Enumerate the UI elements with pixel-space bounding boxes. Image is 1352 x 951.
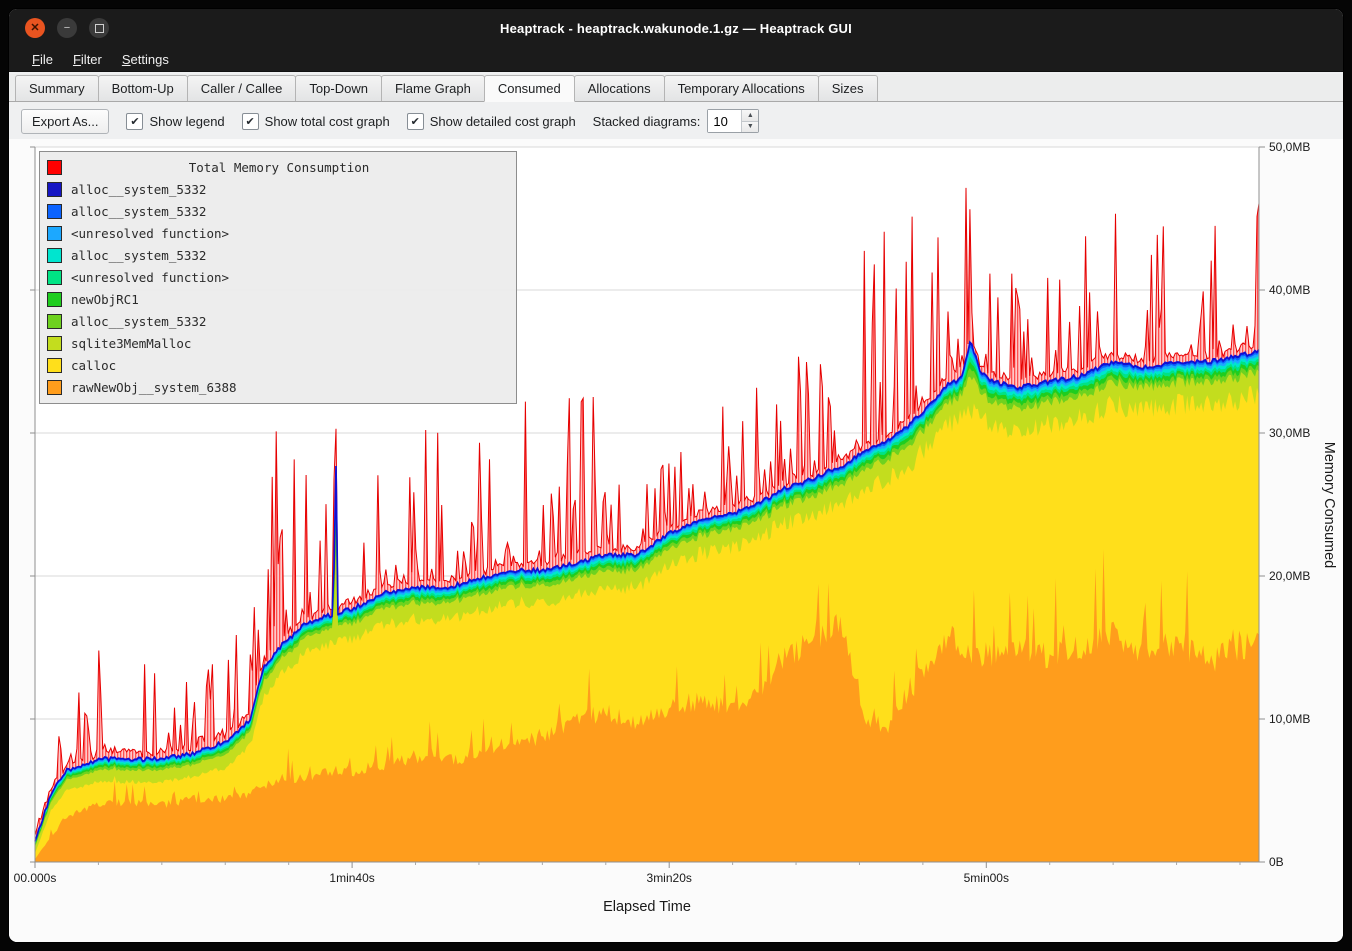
svg-text:10,0MB: 10,0MB bbox=[1269, 712, 1310, 726]
legend-swatch-icon bbox=[47, 226, 62, 241]
show-legend-label: Show legend bbox=[149, 114, 224, 129]
stacked-diagrams-control: Stacked diagrams: ▲ ▼ bbox=[593, 109, 760, 133]
show-total-cost-label: Show total cost graph bbox=[265, 114, 390, 129]
legend-swatch-icon bbox=[47, 270, 62, 285]
menu-file[interactable]: File bbox=[23, 50, 62, 69]
tab-caller-callee[interactable]: Caller / Callee bbox=[187, 75, 297, 101]
spin-arrows: ▲ ▼ bbox=[741, 110, 758, 132]
spin-up-icon[interactable]: ▲ bbox=[742, 110, 758, 121]
svg-text:0B: 0B bbox=[1269, 855, 1284, 869]
menubar: File Filter Settings bbox=[9, 47, 1343, 72]
svg-text:00.000s: 00.000s bbox=[14, 871, 57, 885]
legend-item: rawNewObj__system_6388 bbox=[47, 376, 509, 398]
legend-swatch-icon bbox=[47, 248, 62, 263]
tab-bar: SummaryBottom-UpCaller / CalleeTop-DownF… bbox=[9, 74, 1343, 102]
legend-title-row: Total Memory Consumption bbox=[47, 156, 509, 178]
close-icon: ✕ bbox=[30, 23, 39, 34]
stacked-diagrams-input[interactable] bbox=[708, 110, 741, 132]
legend-item: alloc__system_5332 bbox=[47, 200, 509, 222]
legend-item: alloc__system_5332 bbox=[47, 310, 509, 332]
legend-label: sqlite3MemMalloc bbox=[71, 336, 191, 351]
show-total-cost-checkbox[interactable]: ✔ Show total cost graph bbox=[242, 113, 390, 130]
legend-swatch-icon bbox=[47, 336, 62, 351]
legend-swatch-icon bbox=[47, 160, 62, 175]
show-detailed-cost-label: Show detailed cost graph bbox=[430, 114, 576, 129]
legend-label: alloc__system_5332 bbox=[71, 314, 206, 329]
svg-text:5min00s: 5min00s bbox=[964, 871, 1009, 885]
chart-legend: Total Memory Consumption alloc__system_53… bbox=[39, 151, 517, 404]
tab-flame-graph[interactable]: Flame Graph bbox=[381, 75, 485, 101]
legend-label: Total Memory Consumption bbox=[71, 160, 487, 175]
legend-item: calloc bbox=[47, 354, 509, 376]
close-button[interactable]: ✕ bbox=[25, 18, 45, 38]
maximize-button[interactable] bbox=[89, 18, 109, 38]
spin-down-icon[interactable]: ▼ bbox=[742, 121, 758, 133]
tab-top-down[interactable]: Top-Down bbox=[295, 75, 382, 101]
checkbox-checked-icon: ✔ bbox=[126, 113, 143, 130]
checkbox-checked-icon: ✔ bbox=[407, 113, 424, 130]
svg-text:20,0MB: 20,0MB bbox=[1269, 569, 1310, 583]
checkbox-checked-icon: ✔ bbox=[242, 113, 259, 130]
screenshot-stage: Heaptrack - heaptrack.wakunode.1.gz — He… bbox=[0, 0, 1352, 951]
legend-item: <unresolved function> bbox=[47, 266, 509, 288]
legend-label: alloc__system_5332 bbox=[71, 204, 206, 219]
menu-filter[interactable]: Filter bbox=[64, 50, 111, 69]
show-legend-checkbox[interactable]: ✔ Show legend bbox=[126, 113, 224, 130]
svg-text:1min40s: 1min40s bbox=[329, 871, 374, 885]
legend-item: <unresolved function> bbox=[47, 222, 509, 244]
legend-label: <unresolved function> bbox=[71, 226, 229, 241]
tab-temporary-allocations[interactable]: Temporary Allocations bbox=[664, 75, 819, 101]
show-detailed-cost-checkbox[interactable]: ✔ Show detailed cost graph bbox=[407, 113, 576, 130]
minimize-icon: − bbox=[64, 23, 70, 34]
legend-swatch-icon bbox=[47, 204, 62, 219]
titlebar: Heaptrack - heaptrack.wakunode.1.gz — He… bbox=[9, 9, 1343, 47]
legend-item: alloc__system_5332 bbox=[47, 244, 509, 266]
legend-swatch-icon bbox=[47, 314, 62, 329]
app-window: Heaptrack - heaptrack.wakunode.1.gz — He… bbox=[8, 8, 1344, 943]
stacked-diagrams-label: Stacked diagrams: bbox=[593, 114, 701, 129]
window-title: Heaptrack - heaptrack.wakunode.1.gz — He… bbox=[9, 21, 1343, 36]
tab-sizes[interactable]: Sizes bbox=[818, 75, 878, 101]
stacked-diagrams-spinbox: ▲ ▼ bbox=[707, 109, 759, 133]
svg-text:40,0MB: 40,0MB bbox=[1269, 283, 1310, 297]
svg-text:Memory Consumed: Memory Consumed bbox=[1321, 442, 1337, 569]
legend-label: calloc bbox=[71, 358, 116, 373]
tab-allocations[interactable]: Allocations bbox=[574, 75, 665, 101]
minimize-button[interactable]: − bbox=[57, 18, 77, 38]
window-controls: ✕ − bbox=[25, 18, 109, 38]
main-content: SummaryBottom-UpCaller / CalleeTop-DownF… bbox=[9, 72, 1343, 943]
svg-text:30,0MB: 30,0MB bbox=[1269, 426, 1310, 440]
svg-text:3min20s: 3min20s bbox=[647, 871, 692, 885]
chart-area: 0B 10,0MB 20,0MB 30,0MB 40,0MB 50,0MB 00.000s 1… bbox=[9, 139, 1343, 943]
export-as-button[interactable]: Export As... bbox=[21, 109, 109, 134]
legend-swatch-icon bbox=[47, 292, 62, 307]
legend-item: sqlite3MemMalloc bbox=[47, 332, 509, 354]
svg-text:Elapsed Time: Elapsed Time bbox=[603, 899, 691, 915]
legend-item: alloc__system_5332 bbox=[47, 178, 509, 200]
tab-consumed[interactable]: Consumed bbox=[484, 75, 575, 102]
legend-label: newObjRC1 bbox=[71, 292, 139, 307]
tab-bottom-up[interactable]: Bottom-Up bbox=[98, 75, 188, 101]
legend-label: <unresolved function> bbox=[71, 270, 229, 285]
toolbar: Export As... ✔ Show legend ✔ Show total … bbox=[9, 102, 1343, 139]
svg-text:50,0MB: 50,0MB bbox=[1269, 140, 1310, 154]
menu-settings[interactable]: Settings bbox=[113, 50, 178, 69]
tab-summary[interactable]: Summary bbox=[15, 75, 99, 101]
legend-label: alloc__system_5332 bbox=[71, 248, 206, 263]
maximize-icon bbox=[95, 24, 104, 33]
legend-label: rawNewObj__system_6388 bbox=[71, 380, 237, 395]
legend-item: newObjRC1 bbox=[47, 288, 509, 310]
legend-label: alloc__system_5332 bbox=[71, 182, 206, 197]
legend-swatch-icon bbox=[47, 380, 62, 395]
legend-swatch-icon bbox=[47, 182, 62, 197]
legend-swatch-icon bbox=[47, 358, 62, 373]
